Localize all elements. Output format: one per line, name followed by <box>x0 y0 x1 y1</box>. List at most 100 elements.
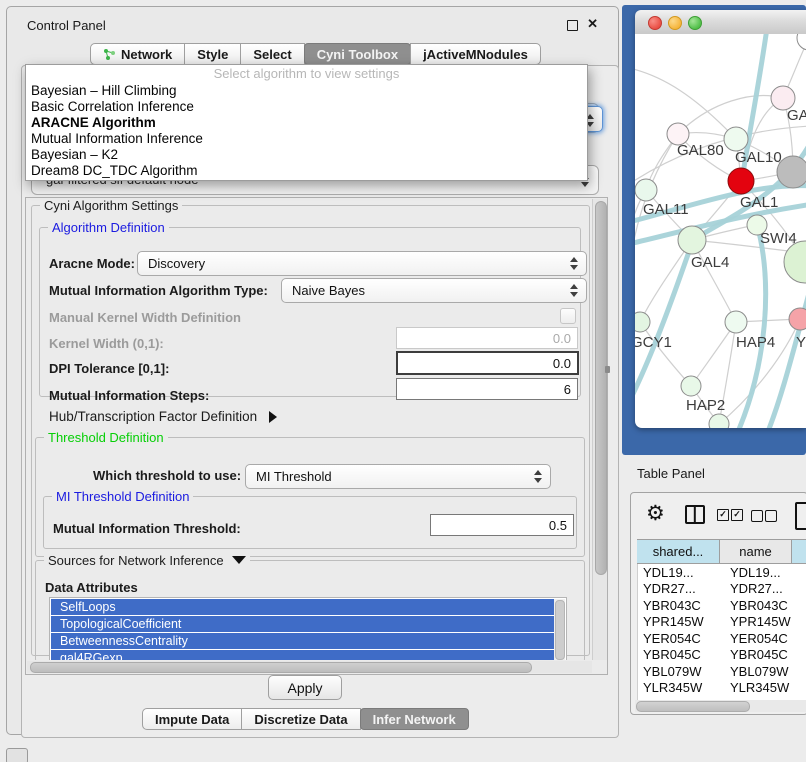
node-label: GAL10 <box>735 149 782 166</box>
network-node[interactable] <box>635 179 657 201</box>
table-cell: YBL079W <box>638 664 725 679</box>
combobox-value: Naive Bayes <box>292 283 365 298</box>
checked-checkbox-icon[interactable]: ✓ <box>731 509 743 521</box>
network-icon <box>103 48 116 61</box>
checked-checkbox-icon[interactable]: ✓ <box>717 509 729 521</box>
minimize-traffic-light-icon[interactable] <box>668 16 682 30</box>
gear-icon[interactable]: ⚙ <box>646 501 665 526</box>
scrollbar-thumb[interactable] <box>636 701 750 712</box>
table-cell: YPR145W <box>638 614 725 629</box>
table-row[interactable]: YDL19...YDL19...13 <box>638 564 806 581</box>
close-traffic-light-icon[interactable] <box>648 16 662 30</box>
dropdown-item[interactable]: Basic Correlation Inference <box>26 99 587 115</box>
tab-infer-network[interactable]: Infer Network <box>360 708 469 730</box>
network-window-titlebar[interactable] <box>635 10 806 35</box>
zoom-traffic-light-icon[interactable] <box>688 16 702 30</box>
dropdown-item[interactable]: ARACNE Algorithm <box>26 115 587 131</box>
network-edge[interactable] <box>640 322 691 386</box>
table-body: YDL19...YDL19...13YDR27...YDR27...12YBR0… <box>637 564 806 700</box>
attribute-list-item[interactable]: SelfLoops <box>51 599 554 615</box>
table-row[interactable]: YDR27...YDR27...12 <box>638 581 806 598</box>
mi-steps-field[interactable]: 6 <box>396 378 578 400</box>
tab-discretize-data[interactable]: Discretize Data <box>241 708 360 730</box>
manual-kernel-width-checkbox[interactable] <box>560 308 576 324</box>
hub-definition-expander[interactable]: Hub/Transcription Factor Definition <box>49 409 277 424</box>
list-scrollbar[interactable] <box>554 599 565 660</box>
table-cell: YLR345W <box>725 680 801 695</box>
mi-algorithm-type-combobox[interactable]: Naive Bayes <box>281 278 587 303</box>
aracne-mode-combobox[interactable]: Discovery <box>137 251 587 276</box>
network-edge[interactable] <box>691 322 736 386</box>
column-header-name[interactable]: name <box>719 539 792 564</box>
aracne-mode-label: Aracne Mode: <box>49 256 135 271</box>
attribute-list-item[interactable]: TopologicalCoefficient <box>51 616 554 632</box>
table-row[interactable]: YBL079WYBL079W <box>638 663 806 680</box>
tab-select[interactable]: Select <box>240 43 304 65</box>
dropdown-item[interactable]: Bayesian – Hill Climbing <box>26 83 587 99</box>
network-node[interactable] <box>681 376 701 396</box>
tab-label: Discretize Data <box>254 712 347 727</box>
table-cell: YER054C <box>638 631 725 646</box>
vertical-scrollbar[interactable] <box>592 199 607 660</box>
network-node[interactable] <box>728 168 754 194</box>
table-horizontal-scrollbar[interactable] <box>635 700 806 712</box>
attribute-list-item[interactable]: gal4RGexp <box>51 650 554 660</box>
group-title: Threshold Definition <box>44 430 168 445</box>
dpi-tolerance-label: DPI Tolerance [0,1]: <box>49 361 169 376</box>
table-row[interactable]: YBR043CYBR043C <box>638 597 806 614</box>
sources-expander[interactable]: Sources for Network Inference <box>44 553 250 568</box>
sources-title: Sources for Network Inference <box>48 553 224 568</box>
settings-viewport: Cyni Algorithm Settings Algorithm Defini… <box>27 199 592 660</box>
tab-style[interactable]: Style <box>184 43 241 65</box>
unchecked-checkbox-icon[interactable] <box>765 510 777 522</box>
tab-cyni-toolbox[interactable]: Cyni Toolbox <box>304 43 411 65</box>
column-header-partial[interactable]: A <box>791 539 806 564</box>
which-threshold-label: Which threshold to use: <box>93 468 241 483</box>
scrollbar-thumb[interactable] <box>30 662 532 673</box>
group-title: Cyni Algorithm Settings <box>40 199 182 213</box>
collapsed-panel-icon[interactable] <box>6 748 28 762</box>
group-title: Algorithm Definition <box>48 220 169 235</box>
attribute-list-item[interactable]: BetweennessCentrality <box>51 633 554 649</box>
network-node[interactable] <box>797 34 806 50</box>
new-table-icon[interactable] <box>795 502 806 530</box>
horizontal-scrollbar[interactable] <box>27 661 592 673</box>
data-attributes-list[interactable]: SelfLoopsTopologicalCoefficientBetweenne… <box>49 597 567 660</box>
dropdown-item[interactable]: Mutual Information Inference <box>26 131 587 147</box>
dpi-tolerance-field[interactable]: 0.0 <box>396 351 579 375</box>
table-row[interactable]: YER054CYER054C8. <box>638 630 806 647</box>
table-row[interactable]: YLR345WYLR345W9. <box>638 680 806 697</box>
scrollbar-thumb[interactable] <box>595 201 607 575</box>
column-header-shared-name[interactable]: shared... <box>637 539 720 564</box>
mi-threshold-field[interactable]: 0.5 <box>430 514 574 536</box>
apply-button[interactable]: Apply <box>268 675 342 700</box>
split-view-icon[interactable] <box>685 505 705 524</box>
network-node[interactable] <box>784 241 806 283</box>
which-threshold-combobox[interactable]: MI Threshold <box>245 464 551 489</box>
network-canvas[interactable]: GALGAL80GAL10GAL1GAL11SWI4GAL4GCY1HAP4YH… <box>635 34 806 428</box>
dropdown-item[interactable]: Bayesian – K2 <box>26 147 587 163</box>
panel-splitter-handle[interactable] <box>605 366 610 373</box>
unchecked-checkbox-icon[interactable] <box>751 510 763 522</box>
network-node[interactable] <box>789 308 806 330</box>
kernel-width-field[interactable]: 0.0 <box>396 327 578 349</box>
close-icon[interactable]: ✕ <box>587 16 598 32</box>
tab-jactivemnodules[interactable]: jActiveMNodules <box>410 43 541 65</box>
tab-impute-data[interactable]: Impute Data <box>142 708 242 730</box>
tab-network[interactable]: Network <box>90 43 185 65</box>
network-node[interactable] <box>635 312 650 332</box>
table-row[interactable]: YPR145WYPR145W9. <box>638 614 806 631</box>
node-label: GAL80 <box>677 142 724 159</box>
mi-steps-label: Mutual Information Steps: <box>49 388 209 403</box>
table-row[interactable]: YBR045CYBR045C9. <box>638 647 806 664</box>
float-window-icon[interactable] <box>567 20 578 31</box>
network-edge-highlighted[interactable] <box>767 286 806 428</box>
network-node[interactable] <box>678 226 706 254</box>
table-cell: YBR045C <box>638 647 725 662</box>
control-panel-window: Control Panel ✕ Network Style Select Cyn… <box>6 6 619 735</box>
network-node[interactable] <box>725 311 747 333</box>
network-node[interactable] <box>724 127 748 151</box>
dropdown-item[interactable]: Dream8 DC_TDC Algorithm <box>26 163 587 179</box>
table-cell: YDR27... <box>638 581 725 596</box>
network-node[interactable] <box>709 414 729 428</box>
